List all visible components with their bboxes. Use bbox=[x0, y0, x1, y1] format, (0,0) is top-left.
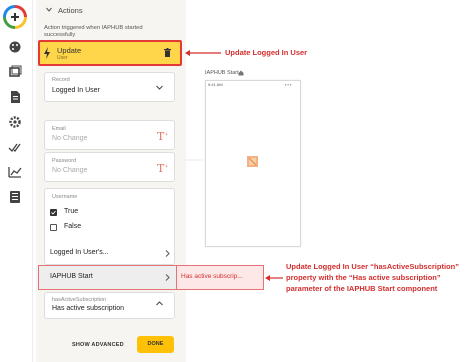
database-icon[interactable] bbox=[8, 190, 22, 204]
chevron-right-icon bbox=[165, 250, 170, 257]
trigger-hint: Action triggered when IAPHUB started suc… bbox=[44, 25, 143, 38]
annotation-line-3: parameter of the IAPHUB Start component bbox=[286, 284, 438, 293]
record-label: Record bbox=[52, 77, 70, 83]
bolt-icon bbox=[44, 47, 50, 59]
text-type-icon[interactable]: T+ bbox=[157, 162, 169, 175]
document-icon[interactable] bbox=[8, 90, 22, 104]
iaphub-component-icon bbox=[247, 156, 258, 167]
username-label: Username bbox=[52, 194, 78, 200]
has-active-subscription-value: Has active subscription bbox=[52, 305, 124, 312]
home-icon bbox=[238, 70, 244, 76]
record-value: Logged In User bbox=[52, 87, 100, 94]
email-label: Email bbox=[52, 126, 66, 132]
chevron-right-icon bbox=[165, 274, 170, 281]
add-icon bbox=[6, 8, 24, 26]
email-value: No Change bbox=[52, 135, 88, 142]
checkbox-false[interactable] bbox=[50, 224, 57, 231]
option-false[interactable]: False bbox=[64, 223, 81, 230]
trash-icon[interactable] bbox=[164, 48, 171, 57]
left-icon-rail bbox=[0, 0, 33, 362]
text-type-icon[interactable]: T+ bbox=[157, 130, 169, 143]
arrow-left-icon bbox=[185, 50, 221, 56]
show-advanced-button[interactable]: SHOW ADVANCED bbox=[72, 342, 124, 348]
logged-in-users-item[interactable]: Logged In User's... bbox=[50, 249, 109, 256]
done-button[interactable]: DONE bbox=[137, 336, 174, 353]
screens-icon[interactable] bbox=[8, 65, 22, 79]
check-icon bbox=[51, 210, 56, 215]
annotation-update-logged-in-user: Update Logged In User bbox=[225, 48, 308, 57]
has-active-subscription-option[interactable]: Has active subscrip... bbox=[181, 273, 243, 280]
actions-header[interactable]: Actions bbox=[58, 6, 83, 15]
analytics-icon[interactable] bbox=[8, 165, 22, 179]
update-card-subtitle: User bbox=[57, 55, 68, 61]
checks-icon[interactable] bbox=[8, 140, 22, 154]
annotation-line-1: Update Logged In User “hasActiveSubscrip… bbox=[286, 262, 459, 271]
chevron-down-icon bbox=[156, 85, 163, 90]
password-label: Password bbox=[52, 158, 77, 164]
password-value: No Change bbox=[52, 167, 88, 174]
preview-label: IAPHUB Start bbox=[205, 70, 239, 76]
has-active-subscription-label: hasActiveSubscription bbox=[52, 297, 107, 303]
add-button[interactable] bbox=[3, 5, 27, 29]
chevron-up-icon bbox=[156, 301, 163, 306]
option-true[interactable]: True bbox=[64, 208, 78, 215]
annotation-line-2: property with the “Has active subscripti… bbox=[286, 273, 441, 282]
status-icons: ▪ ▪ ▪ bbox=[285, 82, 292, 87]
update-card-title: Update bbox=[57, 46, 82, 55]
connector-line bbox=[186, 159, 204, 161]
arrow-left-icon bbox=[265, 275, 283, 281]
palette-icon[interactable] bbox=[8, 40, 22, 54]
chevron-down-icon[interactable] bbox=[46, 7, 52, 12]
status-time: 9:41 AM bbox=[208, 82, 223, 87]
iaphub-start-label: IAPHUB Start bbox=[50, 273, 93, 280]
gear-icon[interactable] bbox=[8, 115, 22, 129]
